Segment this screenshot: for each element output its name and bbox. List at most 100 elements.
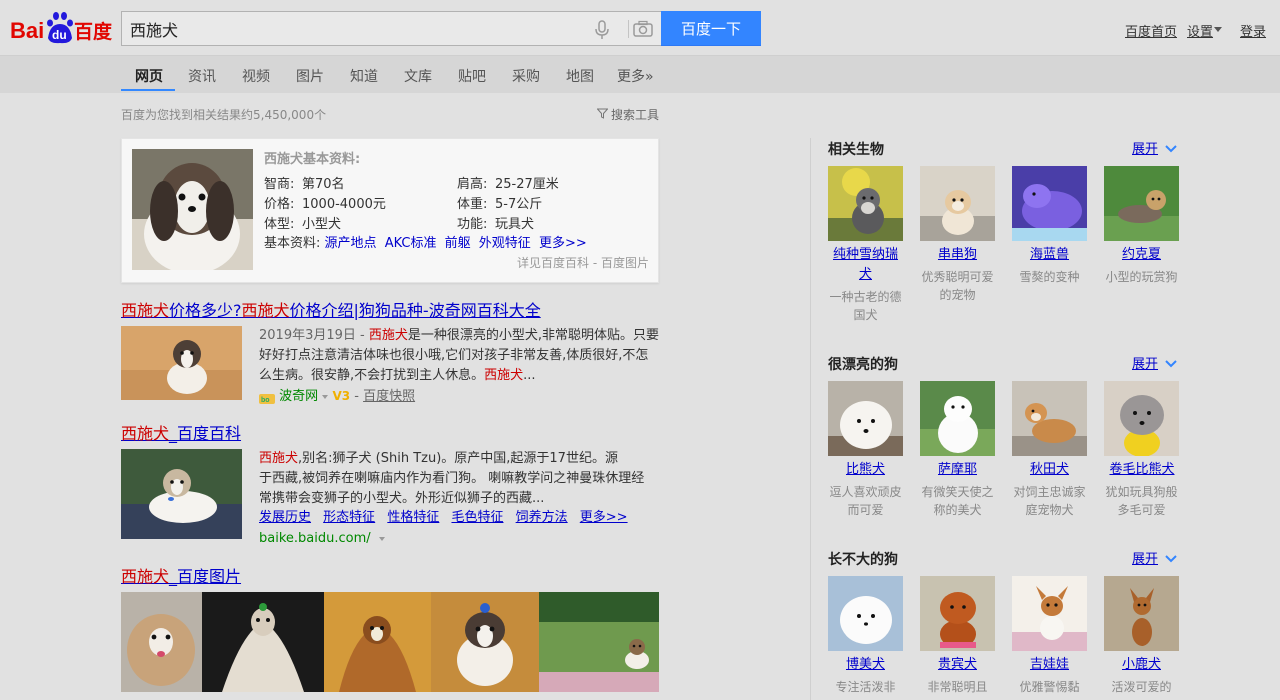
tab-zhidao[interactable]: 知道: [350, 66, 378, 86]
result-3-title[interactable]: 西施犬_百度图片: [121, 563, 241, 587]
rp-chihuahua-desc: 优雅警惕黏: [1019, 680, 1080, 694]
tab-news[interactable]: 资讯: [188, 66, 216, 86]
rp-min-pin-image[interactable]: [1104, 576, 1179, 651]
tab-caigou[interactable]: 采购: [512, 66, 540, 86]
result-3-image-4[interactable]: [431, 592, 539, 692]
result-2-url-caret-icon[interactable]: [378, 536, 385, 541]
active-tab-indicator: [121, 89, 175, 91]
result-2-url[interactable]: baike.baidu.com/: [259, 531, 371, 546]
rp-schnauzer-name[interactable]: 纯种雪纳瑞犬: [828, 245, 903, 285]
rp-pomeranian-desc: 专注活泼非: [835, 680, 896, 694]
baidu-logo[interactable]: Bai du 百度: [10, 8, 114, 48]
result-2-title[interactable]: 西施犬_百度百科: [121, 420, 241, 444]
result-1-snippet-line-2: 好好打点注意清洁体味也很小哦,它们对孩子非常友善,体质很好,不怎: [259, 348, 649, 363]
rp-section-1-expand[interactable]: 展开: [1132, 138, 1158, 157]
result-1-snapshot-link[interactable]: 百度快照: [363, 389, 415, 404]
info-link-akc[interactable]: AKC标准: [385, 236, 437, 251]
rp-akita-name[interactable]: 秋田犬: [1012, 460, 1087, 480]
rp-curly-bichon-image[interactable]: [1104, 381, 1179, 456]
info-iq-value: 第70名: [302, 177, 345, 192]
rp-schnauzer-image[interactable]: [828, 166, 903, 241]
microphone-icon[interactable]: [594, 20, 610, 40]
result-1-title[interactable]: 西施犬价格多少?西施犬价格介绍|狗狗品种-波奇网百科大全: [121, 297, 541, 321]
settings-link[interactable]: 设置: [1187, 21, 1213, 40]
tab-more[interactable]: 更多»: [617, 66, 654, 86]
info-weight-label: 体重:: [457, 197, 488, 212]
rp-section-2-chevron-down-icon[interactable]: [1165, 357, 1177, 368]
rp-section-1-heading: 相关生物: [828, 142, 884, 158]
rp-samoyed-name[interactable]: 萨摩耶: [920, 460, 995, 480]
info-link-forequarters[interactable]: 前躯: [445, 236, 471, 251]
rp-chihuahua-name[interactable]: 吉娃娃: [1012, 655, 1087, 675]
tab-images[interactable]: 图片: [296, 66, 324, 86]
result-3-image-5[interactable]: [539, 592, 659, 692]
result-2-sublink-more[interactable]: 更多>>: [580, 510, 628, 525]
result-2-sublink-temperament[interactable]: 性格特征: [387, 510, 439, 525]
result-2-snippet: 西施犬,别名:狮子犬 (Shih Tzu)。原产中国,起源于17世纪。源 于西藏…: [259, 449, 659, 509]
rp-hailanshou-desc: 雪獒的变种: [1019, 270, 1080, 284]
rp-schnauzer-desc: 一种古老的德国犬: [829, 290, 902, 322]
camera-icon[interactable]: [632, 19, 654, 39]
result-3-image-1[interactable]: [121, 592, 202, 692]
rp-pomeranian-image[interactable]: [828, 576, 903, 651]
result-2-sublink-history[interactable]: 发展历史: [259, 510, 311, 525]
tab-video[interactable]: 视频: [242, 66, 270, 86]
tab-web[interactable]: 网页: [135, 66, 163, 86]
result-1-v-badge: V3: [332, 389, 351, 403]
rp-min-pin-name[interactable]: 小鹿犬: [1104, 655, 1179, 675]
funnel-icon[interactable]: [596, 108, 609, 119]
result-1-snippet: 2019年3月19日 - 西施犬是一种很漂亮的小型犬,非常聪明体贴。只要 好好打…: [259, 326, 659, 386]
rp-mixed-dog-name[interactable]: 串串狗: [920, 245, 995, 265]
rp-bichon-desc: 逗人喜欢顽皮而可爱: [829, 485, 902, 517]
tab-map[interactable]: 地图: [566, 66, 594, 86]
search-tools-button[interactable]: 搜索工具: [611, 106, 659, 123]
rp-poodle-name[interactable]: 贵宾犬: [920, 655, 995, 675]
svg-text:Bai: Bai: [10, 18, 44, 43]
shih-tzu-photo[interactable]: [132, 149, 253, 270]
result-1-site-caret-icon[interactable]: [322, 394, 329, 399]
rp-hailanshou-image[interactable]: [1012, 166, 1087, 241]
tab-tieba[interactable]: 贴吧: [458, 66, 486, 86]
search-input[interactable]: [130, 12, 570, 45]
rp-poodle-image[interactable]: [920, 576, 995, 651]
rp-section-2-expand[interactable]: 展开: [1132, 353, 1158, 372]
settings-caret-icon: [1214, 27, 1222, 32]
info-card-source[interactable]: 详见百度百科 - 百度图片: [517, 254, 649, 271]
search-button[interactable]: 百度一下: [661, 11, 761, 46]
login-link[interactable]: 登录: [1240, 21, 1266, 40]
rp-akita-image[interactable]: [1012, 381, 1087, 456]
tab-wenku[interactable]: 文库: [404, 66, 432, 86]
result-2-sublink-care[interactable]: 饲养方法: [516, 510, 568, 525]
result-1-thumbnail[interactable]: [121, 326, 242, 400]
rp-curly-bichon-name[interactable]: 卷毛比熊犬: [1104, 460, 1180, 480]
rp-yorkshire-name[interactable]: 约克夏: [1104, 245, 1179, 265]
rp-mixed-dog-desc: 优秀聪明可爱的宠物: [921, 270, 994, 302]
result-3-image-2[interactable]: [202, 592, 324, 692]
rp-samoyed-image[interactable]: [920, 381, 995, 456]
rp-bichon-name[interactable]: 比熊犬: [828, 460, 903, 480]
info-link-appearance[interactable]: 外观特征: [479, 236, 531, 251]
info-link-more[interactable]: 更多>>: [539, 236, 587, 251]
rp-chihuahua-image[interactable]: [1012, 576, 1087, 651]
rp-section-1-chevron-down-icon[interactable]: [1165, 142, 1177, 153]
baidu-home-link[interactable]: 百度首页: [1125, 21, 1177, 40]
rp-bichon-image[interactable]: [828, 381, 903, 456]
info-size-label: 体型:: [264, 217, 295, 232]
nav-tabs: 网页 资讯 视频 图片 知道 文库 贴吧 采购 地图 更多»: [0, 56, 1280, 93]
result-2-sublink-morphology[interactable]: 形态特征: [323, 510, 375, 525]
result-2-sublink-coat[interactable]: 毛色特征: [451, 510, 503, 525]
rp-section-3-expand[interactable]: 展开: [1132, 548, 1158, 567]
rp-hailanshou-name[interactable]: 海蓝兽: [1012, 245, 1087, 265]
result-2-snippet-line-3: 常携带会变狮子的小型犬。外形近似狮子的西藏...: [259, 491, 545, 506]
result-1-site[interactable]: 波奇网: [279, 389, 318, 404]
result-3-image-3[interactable]: [324, 592, 431, 692]
result-1-meta: bo 波奇网 V3 - 百度快照: [259, 389, 416, 404]
rp-yorkshire-image[interactable]: [1104, 166, 1179, 241]
info-card: 西施犬基本资料: 智商: 第70名 肩高: 25-27厘米 价格: 1000-4…: [121, 138, 659, 283]
rp-mixed-dog-image[interactable]: [920, 166, 995, 241]
rp-pomeranian-name[interactable]: 博美犬: [828, 655, 903, 675]
info-link-origin[interactable]: 源产地点: [325, 236, 377, 251]
result-2-thumbnail[interactable]: [121, 449, 242, 539]
rp-section-3-chevron-down-icon[interactable]: [1165, 552, 1177, 563]
rp-akita-desc: 对饲主忠诚家庭宠物犬: [1013, 485, 1086, 517]
